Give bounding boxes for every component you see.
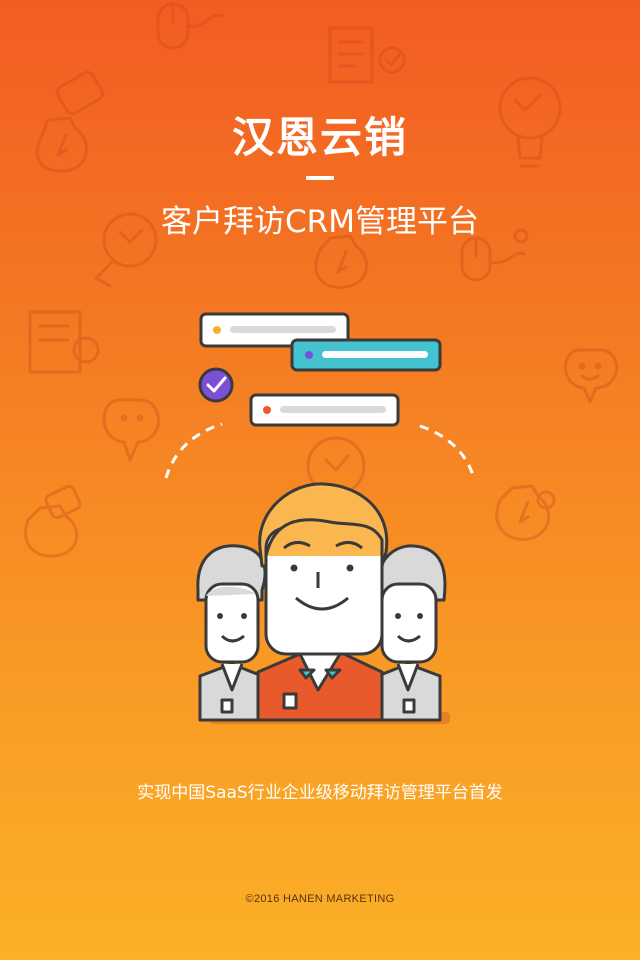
message-card: [249, 393, 400, 427]
message-card-highlighted: [290, 338, 442, 372]
tagline: 实现中国SaaS行业企业级移动拜访管理平台首发: [137, 783, 503, 803]
person-center: [256, 482, 389, 722]
splash-screen: 汉恩云销 客户拜访CRM管理平台 实现中国SaaS行业企业级移动拜访管理平台首发…: [0, 0, 640, 960]
person-left: [196, 544, 267, 722]
check-badge-icon: [198, 367, 234, 403]
dashed-arc-left: [164, 422, 223, 479]
dashed-arc-right: [419, 424, 476, 479]
crm-illustration: [164, 312, 476, 724]
copyright: ©2016 HANEN MARKETING: [245, 893, 395, 905]
person-right: [376, 544, 447, 722]
